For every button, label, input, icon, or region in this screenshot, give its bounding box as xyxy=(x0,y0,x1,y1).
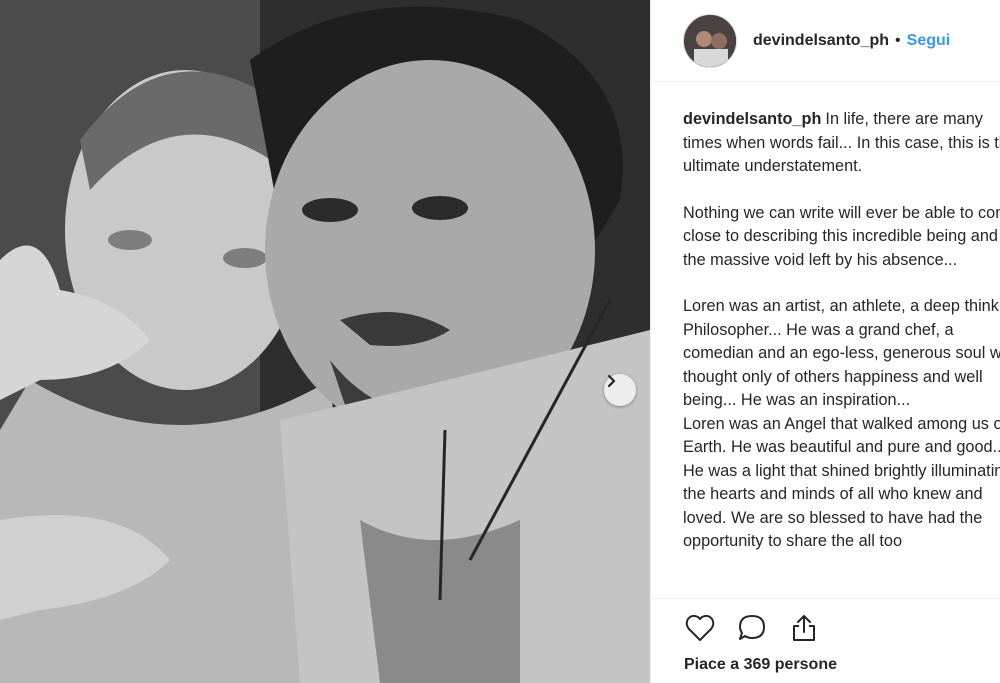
caption-paragraph-3: Loren was an artist, an athlete, a deep … xyxy=(683,297,1000,409)
header-separator: • xyxy=(895,31,901,49)
comment-icon xyxy=(739,615,765,640)
avatar[interactable] xyxy=(683,13,737,68)
action-bar xyxy=(683,610,821,646)
caption-area: devindelsanto_ph In life, there are many … xyxy=(683,108,1000,598)
chevron-right-icon xyxy=(607,374,616,388)
share-icon xyxy=(793,615,815,641)
caption-username[interactable]: devindelsanto_ph xyxy=(683,110,821,128)
author-username[interactable]: devindelsanto_ph xyxy=(753,32,889,50)
avatar-image xyxy=(684,14,736,67)
post-side-panel: devindelsanto_ph • Segui devindelsanto_p… xyxy=(650,0,1000,683)
actions-divider xyxy=(651,598,1000,599)
heart-icon xyxy=(685,614,715,641)
caption-paragraph-2: Nothing we can write will ever be able t… xyxy=(683,203,1000,269)
header-text: devindelsanto_ph • Segui xyxy=(753,32,950,50)
post-header: devindelsanto_ph • Segui xyxy=(651,0,1000,82)
post-photo-image xyxy=(0,0,650,683)
like-button[interactable] xyxy=(683,611,717,645)
carousel-next-button[interactable] xyxy=(604,374,636,406)
post-photo xyxy=(0,0,650,683)
likes-count[interactable]: Piace a 369 persone xyxy=(684,656,837,674)
caption-paragraph-4: Loren was an Angel that walked among us … xyxy=(683,414,1000,551)
caption-paragraph-1: devindelsanto_ph In life, there are many … xyxy=(683,108,1000,179)
follow-button[interactable]: Segui xyxy=(907,32,951,50)
comment-button[interactable] xyxy=(735,611,769,645)
share-button[interactable] xyxy=(787,611,821,645)
